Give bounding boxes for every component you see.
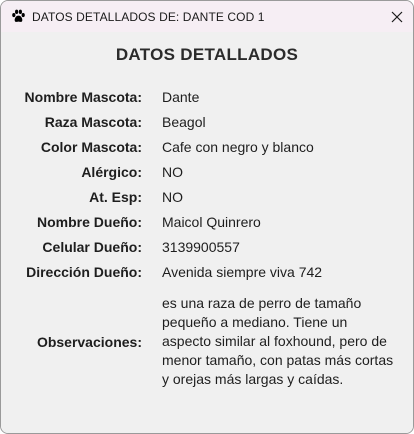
field-label: Nombre Dueño: (37, 214, 142, 230)
field-value: NO (162, 164, 183, 180)
field-label: Color Mascota: (40, 139, 142, 155)
close-button[interactable] (381, 1, 413, 32)
field-value: Cafe con negro y blanco (162, 139, 314, 155)
close-icon (391, 11, 403, 22)
title-bar[interactable]: DATOS DETALLADOS DE: DANTE COD 1 (1, 1, 413, 32)
field-value: 3139900557 (162, 239, 240, 255)
field-value: Beagol (162, 114, 206, 130)
field-label: Raza Mascota: (44, 114, 142, 130)
window-title: DATOS DETALLADOS DE: DANTE COD 1 (32, 9, 265, 24)
field-label: Nombre Mascota: (24, 89, 142, 105)
details-panel: DATOS DETALLADOS Nombre Mascota: Dante R… (1, 32, 413, 433)
details-window: DATOS DETALLADOS DE: DANTE COD 1 DATOS D… (0, 0, 414, 434)
field-label: At. Esp: (89, 189, 142, 205)
field-label: Celular Dueño: (42, 239, 142, 255)
field-value: NO (162, 189, 183, 205)
observations-text: es una raza de perro de tamaño pequeño a… (162, 295, 394, 387)
field-value: Maicol Quinrero (162, 214, 261, 230)
field-value: Dante (162, 89, 200, 105)
field-value: Avenida siempre viva 742 (162, 264, 323, 280)
field-label: Dirección Dueño: (26, 264, 142, 280)
field-label: Alérgico: (81, 164, 142, 180)
paw-icon (10, 9, 26, 25)
page-title: DATOS DETALLADOS (115, 45, 299, 64)
field-label: Observaciones: (36, 334, 142, 350)
